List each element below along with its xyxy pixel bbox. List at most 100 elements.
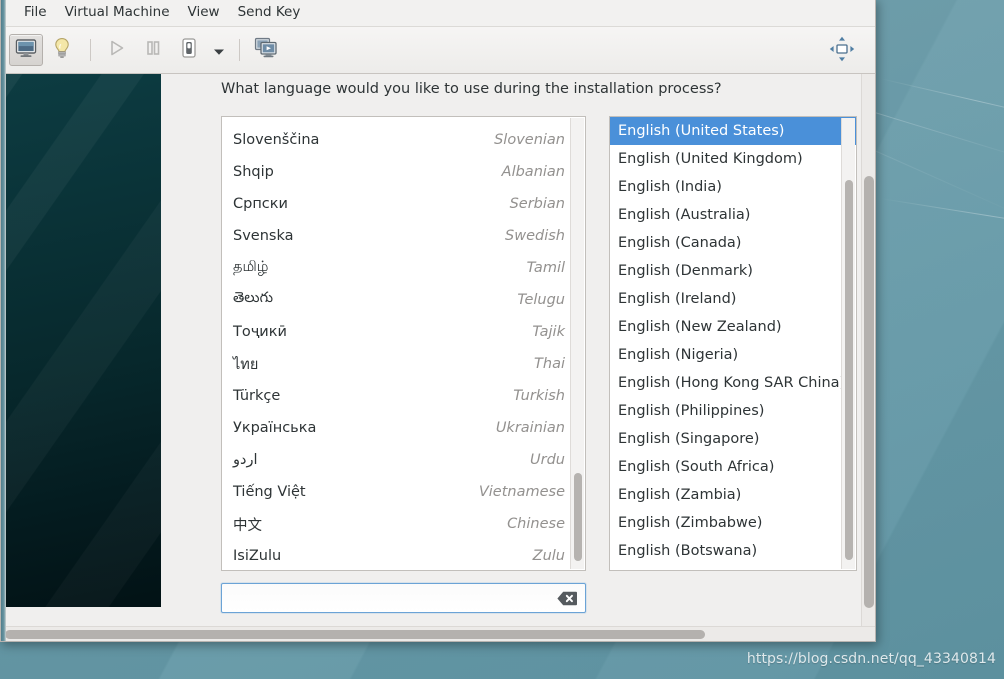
vm-window-vertical-scrollbar-thumb[interactable]: [864, 176, 874, 608]
language-row[interactable]: ไทย Thai: [222, 348, 585, 380]
language-english-name: Vietnamese: [478, 484, 565, 500]
language-native-name: Српски: [233, 196, 288, 212]
snapshots-icon: [254, 37, 278, 63]
run-button[interactable]: [100, 34, 134, 66]
language-native-name: اردو: [233, 452, 258, 468]
language-row[interactable]: Türkçe Turkish: [222, 380, 585, 412]
language-native-name: Tiếng Việt: [233, 484, 306, 500]
locale-row[interactable]: English (Zambia): [610, 481, 856, 509]
vm-console-wallpaper: [6, 74, 161, 607]
language-list-rows: Slovenščina Slovenian Shqip Albanian Српски S…: [222, 117, 585, 570]
language-row[interactable]: IsiZulu Zulu: [222, 540, 585, 570]
language-native-name: Türkçe: [233, 388, 281, 404]
language-native-name: தமிழ்: [233, 259, 269, 275]
power-icon: [179, 37, 199, 63]
language-native-name: 中文: [233, 517, 262, 534]
language-list-scrollbar[interactable]: [570, 118, 584, 569]
locale-row[interactable]: English (Australia): [610, 201, 856, 229]
language-row[interactable]: Svenska Swedish: [222, 220, 585, 252]
language-list-scrollbar-thumb[interactable]: [574, 473, 582, 561]
language-native-name: Тоҷикӣ: [233, 324, 287, 340]
page-title: What language would you like to use duri…: [221, 81, 722, 97]
installer-language-page: What language would you like to use duri…: [161, 74, 861, 626]
vm-window-vertical-scrollbar[interactable]: [861, 74, 875, 626]
locale-row[interactable]: English (India): [610, 173, 856, 201]
locale-row[interactable]: English (Philippines): [610, 397, 856, 425]
menu-view[interactable]: View: [179, 1, 229, 23]
window-left-edge: [1, 0, 6, 641]
locale-row-selected[interactable]: English (United States): [610, 117, 856, 145]
language-english-name: Serbian: [509, 196, 565, 212]
language-english-name: Chinese: [507, 516, 565, 532]
language-native-name: Svenska: [233, 228, 294, 244]
language-row[interactable]: తెలుగు Telugu: [222, 284, 585, 316]
language-english-name: Zulu: [532, 548, 565, 564]
locale-row[interactable]: English (South Africa): [610, 453, 856, 481]
language-native-name: ไทย: [233, 356, 259, 373]
language-english-name: Tajik: [532, 324, 565, 340]
toolbar-separator-2: [239, 39, 240, 61]
locale-row[interactable]: English (New Zealand): [610, 313, 856, 341]
language-row[interactable]: Shqip Albanian: [222, 156, 585, 188]
play-icon: [108, 39, 126, 61]
locale-row[interactable]: English (Hong Kong SAR China): [610, 369, 856, 397]
virt-manager-window: File Virtual Machine View Send Key What …: [0, 0, 876, 642]
locale-row[interactable]: English (Botswana): [610, 537, 856, 565]
menu-bar: File Virtual Machine View Send Key: [1, 0, 875, 27]
menu-virtual-machine[interactable]: Virtual Machine: [56, 1, 179, 23]
locale-list-scrollbar-thumb[interactable]: [845, 180, 853, 560]
locale-row[interactable]: English (Zimbabwe): [610, 509, 856, 537]
language-row[interactable]: Slovenščina Slovenian: [222, 124, 585, 156]
vm-body: What language would you like to use duri…: [1, 74, 875, 626]
vm-window-horizontal-scrollbar[interactable]: [1, 626, 875, 641]
pause-icon: [144, 39, 162, 61]
locale-row[interactable]: English (Canada): [610, 229, 856, 257]
show-console-button[interactable]: [9, 34, 43, 66]
show-details-button[interactable]: [45, 34, 79, 66]
language-native-name: తెలుగు: [233, 290, 274, 306]
locale-list-scrollbar[interactable]: [841, 118, 855, 569]
language-row[interactable]: Тоҷикӣ Tajik: [222, 316, 585, 348]
language-native-name: Українська: [233, 420, 317, 436]
menu-file[interactable]: File: [15, 1, 56, 23]
search-input[interactable]: [222, 584, 553, 612]
pause-button[interactable]: [136, 34, 170, 66]
language-row[interactable]: اردو Urdu: [222, 444, 585, 476]
lightbulb-icon: [52, 37, 72, 63]
language-native-name: Shqip: [233, 164, 274, 180]
language-native-name: Slovenščina: [233, 132, 320, 148]
language-row[interactable]: Tiếng Việt Vietnamese: [222, 476, 585, 508]
locale-row[interactable]: English (Denmark): [610, 257, 856, 285]
language-search-field[interactable]: [221, 583, 586, 613]
language-row[interactable]: Српски Serbian: [222, 188, 585, 220]
locale-row[interactable]: English (Ireland): [610, 285, 856, 313]
locale-list[interactable]: English (United States) English (United K…: [609, 116, 857, 571]
clear-backspace-icon[interactable]: [553, 584, 581, 612]
language-english-name: Thai: [534, 356, 565, 372]
toolbar-separator-1: [90, 39, 91, 61]
snapshots-button[interactable]: [249, 34, 283, 66]
language-row[interactable]: 中文 Chinese: [222, 508, 585, 540]
language-row[interactable]: Українська Ukrainian: [222, 412, 585, 444]
shutdown-button[interactable]: [172, 34, 206, 66]
fit-to-screen-icon: [829, 36, 855, 66]
language-english-name: Urdu: [530, 452, 565, 468]
locale-row[interactable]: English (United Kingdom): [610, 145, 856, 173]
language-english-name: Albanian: [501, 164, 565, 180]
language-english-name: Turkish: [513, 388, 565, 404]
menu-send-key[interactable]: Send Key: [229, 1, 310, 23]
chevron-down-icon: [213, 41, 225, 60]
locale-row[interactable]: English (Singapore): [610, 425, 856, 453]
vm-screen-area: What language would you like to use duri…: [1, 74, 861, 626]
locale-list-rows: English (United States) English (United K…: [610, 117, 856, 570]
shutdown-dropdown-button[interactable]: [208, 35, 230, 65]
locale-row[interactable]: English (Nigeria): [610, 341, 856, 369]
language-english-name: Ukrainian: [495, 420, 565, 436]
language-row[interactable]: தமிழ் Tamil: [222, 252, 585, 284]
vm-window-horizontal-scrollbar-thumb[interactable]: [5, 630, 705, 639]
monitor-icon: [15, 38, 37, 62]
language-native-name: IsiZulu: [233, 548, 282, 564]
language-list[interactable]: Slovenščina Slovenian Shqip Albanian Српски S…: [221, 116, 586, 571]
watermark-url: https://blog.csdn.net/qq_43340814: [746, 651, 996, 667]
fullscreen-button[interactable]: [825, 35, 859, 67]
